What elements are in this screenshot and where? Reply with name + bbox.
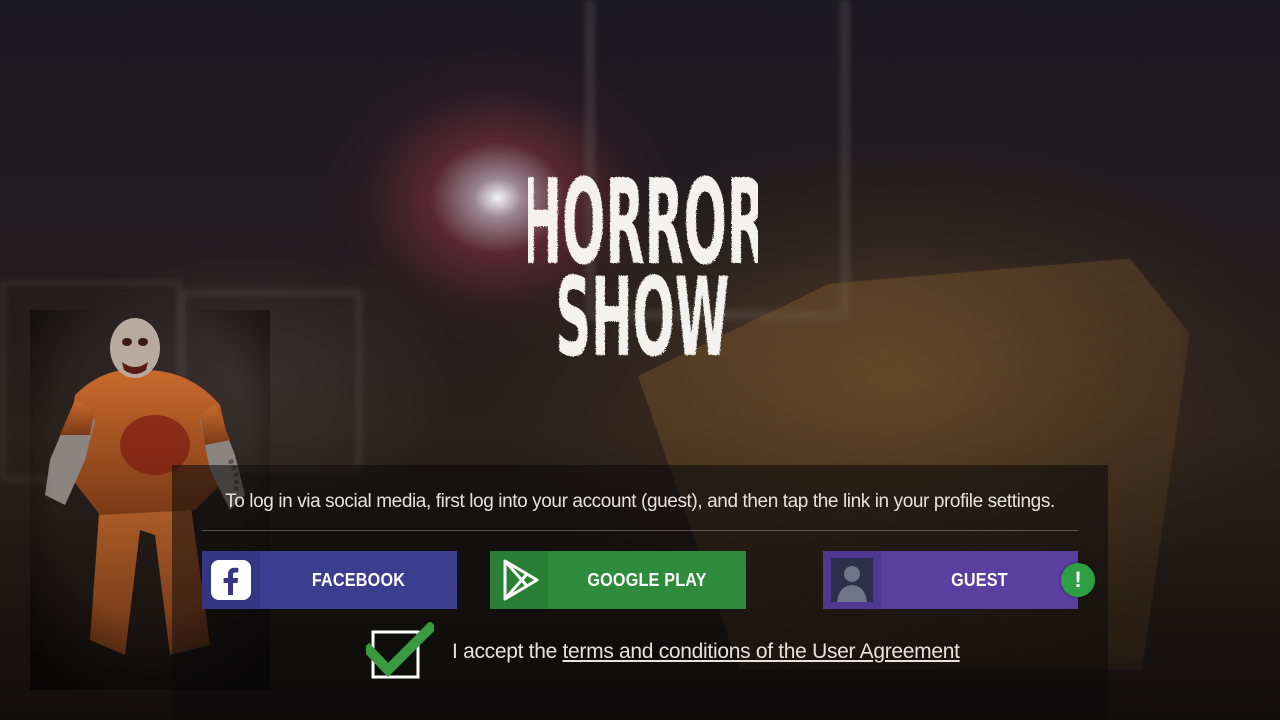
facebook-button-label: FACEBOOK <box>311 569 406 590</box>
facebook-icon-box <box>202 551 260 609</box>
guest-button-label: GUEST <box>951 569 1008 590</box>
checkmark-icon <box>361 620 438 679</box>
google-play-icon <box>503 559 539 601</box>
login-info-text: To log in via social media, first log in… <box>225 491 1055 512</box>
user-agreement-link[interactable]: terms and conditions of the User Agreeme… <box>563 640 960 663</box>
guest-login-button[interactable]: GUEST <box>823 551 1078 609</box>
google-play-button-label: GOOGLE PLAY <box>587 569 707 590</box>
agreement-text: I accept the terms and conditions of the… <box>452 640 960 664</box>
guest-icon-box <box>823 551 881 609</box>
guest-avatar-icon <box>831 558 873 602</box>
logo-line-2: SHOW <box>555 255 729 381</box>
login-screen: HORROR SHOW To log in via social media, … <box>0 0 1280 720</box>
divider <box>202 530 1078 531</box>
google-play-icon-box <box>490 551 548 609</box>
facebook-icon <box>211 560 251 600</box>
agreement-prefix: I accept the <box>452 640 557 663</box>
agreement-row: I accept the terms and conditions of the… <box>361 620 960 684</box>
guest-alert-badge: ! <box>1061 563 1095 597</box>
agreement-checkbox[interactable] <box>361 620 438 682</box>
horror-show-logo: HORROR SHOW <box>528 155 758 381</box>
facebook-login-button[interactable]: FACEBOOK <box>202 551 457 609</box>
google-play-login-button[interactable]: GOOGLE PLAY <box>490 551 746 609</box>
